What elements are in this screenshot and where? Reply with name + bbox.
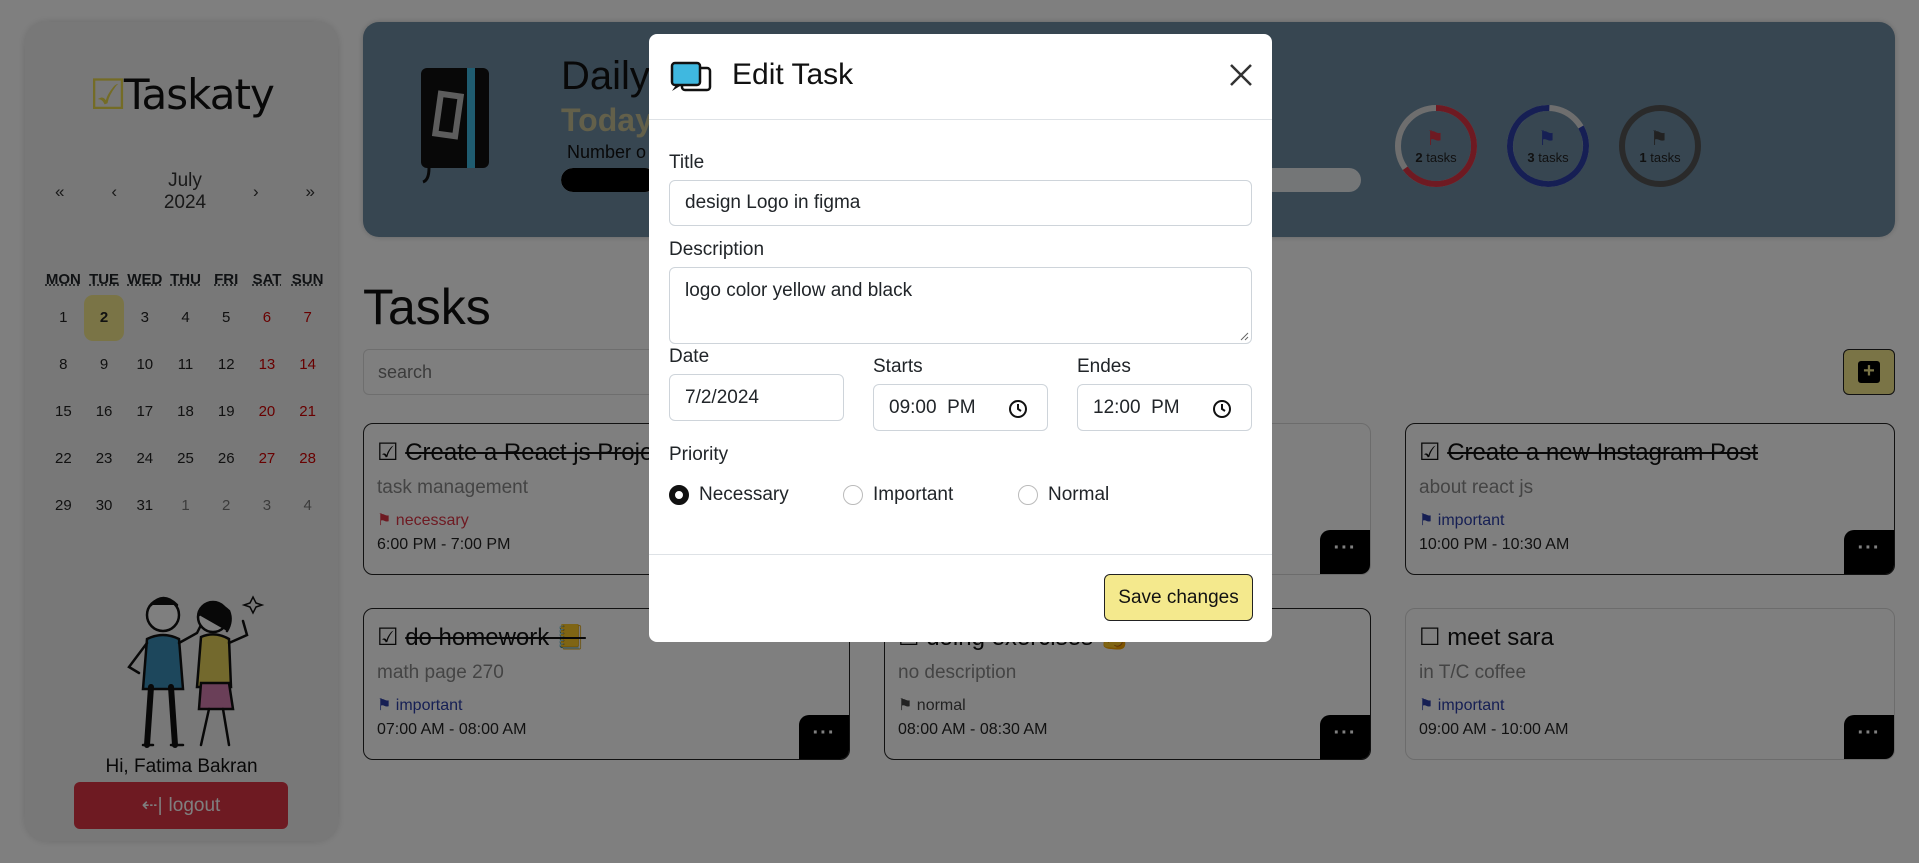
starts-label: Starts: [873, 356, 923, 377]
priority-radio-important[interactable]: Important: [843, 484, 953, 506]
date-label: Date: [669, 346, 710, 367]
radio-dot[interactable]: [669, 485, 689, 505]
resize-grip-icon[interactable]: [1239, 331, 1249, 341]
title-input[interactable]: design Logo in figma: [669, 180, 1252, 226]
title-label: Title: [669, 152, 705, 173]
save-changes-button[interactable]: Save changes: [1104, 574, 1253, 621]
modal-title: Edit Task: [732, 58, 854, 91]
close-icon[interactable]: [1228, 62, 1254, 88]
modal-footer: [649, 554, 1272, 555]
date-input[interactable]: 7/2/2024: [669, 374, 844, 421]
clock-icon[interactable]: [1008, 399, 1028, 419]
priority-radio-necessary[interactable]: Necessary: [669, 484, 789, 506]
description-label: Description: [669, 239, 765, 260]
priority-radio-normal[interactable]: Normal: [1018, 484, 1109, 506]
ends-label: Endes: [1077, 356, 1131, 377]
clock-icon[interactable]: [1212, 399, 1232, 419]
priority-label: Priority: [669, 444, 729, 465]
radio-dot[interactable]: [1018, 485, 1038, 505]
radio-dot[interactable]: [843, 485, 863, 505]
description-textarea[interactable]: logo color yellow and black: [669, 267, 1252, 344]
edit-task-icon: [670, 61, 712, 92]
edit-task-modal: Edit Task Title design Logo in figma Des…: [649, 34, 1272, 642]
modal-header: Edit Task: [649, 34, 1272, 120]
end-time-input[interactable]: 12:00 PM: [1077, 384, 1252, 431]
start-time-input[interactable]: 09:00 PM: [873, 384, 1048, 431]
